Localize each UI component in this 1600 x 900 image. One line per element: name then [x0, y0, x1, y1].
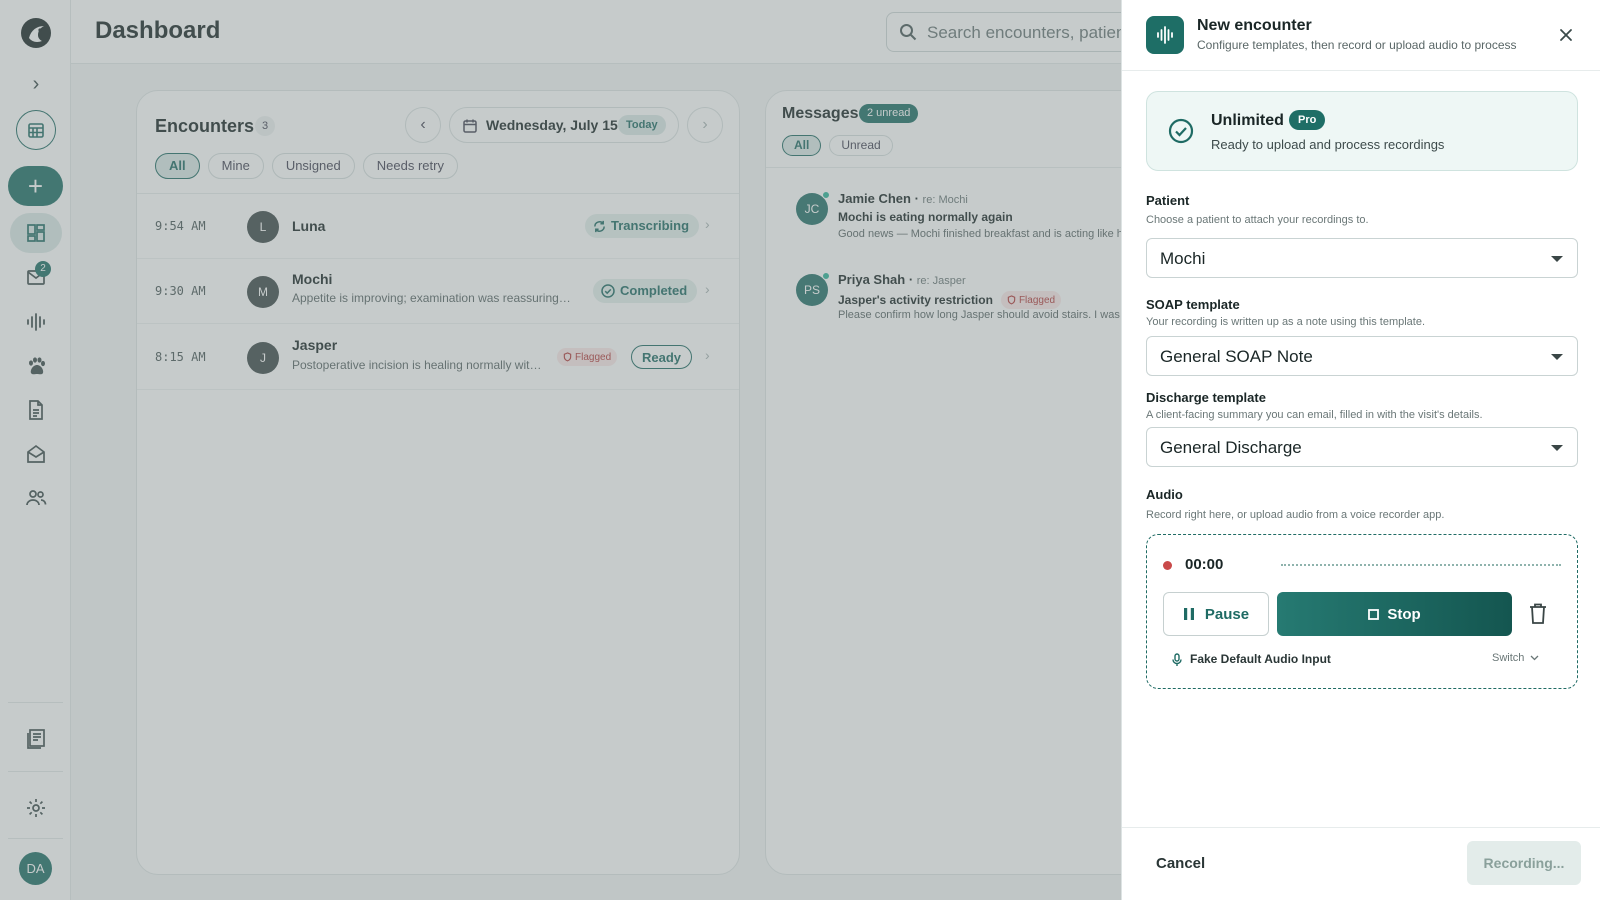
- caret-down-icon: [1551, 354, 1563, 360]
- check-circle-icon: [1168, 118, 1194, 144]
- trash-icon[interactable]: [1527, 602, 1549, 626]
- pro-badge: Pro: [1289, 110, 1326, 130]
- audio-level-meter: [1281, 564, 1561, 566]
- pause-button[interactable]: Pause: [1163, 592, 1269, 636]
- soap-template-select[interactable]: General SOAP Note: [1146, 336, 1578, 376]
- discharge-template-value: General Discharge: [1160, 438, 1302, 457]
- drawer-footer: Cancel Recording...: [1122, 827, 1600, 900]
- soap-template-help: Your recording is written up as a note u…: [1146, 316, 1426, 328]
- discharge-template-label: Discharge template: [1146, 390, 1266, 405]
- stop-icon: [1368, 608, 1380, 620]
- patient-label: Patient: [1146, 193, 1190, 208]
- stop-button[interactable]: Stop: [1277, 592, 1512, 636]
- drawer-subtitle: Configure templates, then record or uplo…: [1197, 38, 1517, 52]
- modal-backdrop[interactable]: [0, 0, 1121, 900]
- patient-value: Mochi: [1160, 249, 1206, 268]
- microphone-icon: [1172, 653, 1182, 666]
- drawer-title: New encounter: [1197, 17, 1312, 34]
- drawer-header: New encounter Configure templates, then …: [1122, 0, 1600, 71]
- submit-recording-button[interactable]: Recording...: [1467, 841, 1581, 885]
- audio-input-device: Fake Default Audio Input: [1190, 652, 1331, 666]
- switch-device-button[interactable]: Switch: [1492, 652, 1539, 664]
- chevron-down-icon: [1530, 655, 1539, 661]
- caret-down-icon: [1551, 445, 1563, 451]
- caret-down-icon: [1551, 256, 1563, 262]
- waveform-icon: [1146, 16, 1184, 54]
- audio-help: Record right here, or upload audio from …: [1146, 509, 1445, 521]
- recording-timer: 00:00: [1185, 556, 1224, 573]
- soap-template-value: General SOAP Note: [1160, 347, 1313, 366]
- pause-icon: [1183, 608, 1194, 620]
- soap-template-label: SOAP template: [1146, 297, 1240, 312]
- new-encounter-drawer: New encounter Configure templates, then …: [1121, 0, 1600, 900]
- discharge-template-help: A client-facing summary you can email, f…: [1146, 409, 1483, 421]
- cancel-button[interactable]: Cancel: [1156, 855, 1205, 872]
- audio-recorder: 00:00 Pause Stop Fake Default Audio Inpu…: [1146, 534, 1578, 689]
- close-icon[interactable]: [1556, 25, 1576, 45]
- patient-select[interactable]: Mochi: [1146, 238, 1578, 278]
- discharge-template-select[interactable]: General Discharge: [1146, 427, 1578, 467]
- plan-subtitle: Ready to upload and process recordings: [1211, 137, 1445, 152]
- audio-label: Audio: [1146, 487, 1183, 502]
- patient-help: Choose a patient to attach your recordin…: [1146, 214, 1369, 226]
- recording-indicator: [1163, 561, 1172, 570]
- plan-status-card: Unlimited Pro Ready to upload and proces…: [1146, 91, 1578, 171]
- plan-title: Unlimited: [1211, 112, 1284, 129]
